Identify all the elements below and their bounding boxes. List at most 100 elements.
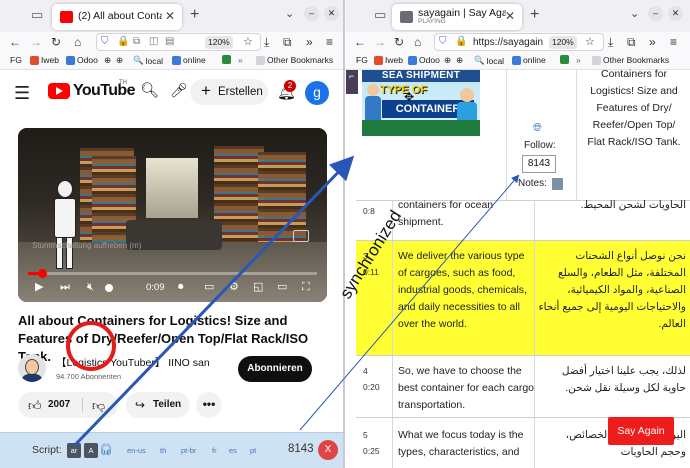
bookmark-globe-2[interactable]: ⊕	[116, 55, 123, 66]
back-icon[interactable]: ←	[354, 34, 366, 50]
tab-youtube[interactable]: (2) All about Containers fo ✕	[52, 4, 182, 30]
next-icon[interactable]: ⏭	[60, 281, 70, 293]
create-button[interactable]: + Erstellen	[190, 79, 268, 105]
lang-chip-ar[interactable]: ar	[67, 443, 81, 458]
bookmark-fg[interactable]: FG	[356, 55, 368, 65]
zoom-level[interactable]: 120%	[205, 36, 233, 49]
say-again-button[interactable]: Say Again	[608, 417, 674, 445]
reader-icon[interactable]: ▤	[165, 34, 174, 50]
transcript-row[interactable]: 0:8 containers for ocean shipment. الحاو…	[356, 199, 690, 241]
close-window-icon[interactable]: ✕	[324, 6, 339, 21]
volume-slider[interactable]	[105, 284, 113, 292]
lang-pt-br[interactable]: pt-br	[181, 446, 196, 455]
mute-icon[interactable]: 🔇︎	[87, 281, 94, 293]
subscribe-button[interactable]: Abonnieren	[238, 356, 312, 382]
bookmarks-overflow-icon[interactable]: »	[238, 55, 243, 65]
transcript-row[interactable]: 4 0:20 So, we have to choose the best co…	[356, 356, 690, 418]
lang-fr[interactable]: fr	[212, 446, 217, 455]
menu-icon[interactable]: ≡	[326, 34, 333, 50]
more-actions-button[interactable]: •••	[196, 392, 222, 418]
close-tab-icon[interactable]: ✕	[165, 9, 175, 23]
follow-input[interactable]: 8143	[522, 155, 556, 173]
reload-icon[interactable]: ↻	[394, 34, 404, 50]
tab-list-icon[interactable]: ▭	[374, 7, 386, 23]
bookmark-iweb[interactable]: Iweb	[30, 55, 59, 65]
back-icon[interactable]: ←	[9, 34, 21, 50]
lang-es[interactable]: es	[229, 446, 237, 455]
notes-icon[interactable]	[552, 178, 563, 190]
url-text[interactable]: https://sayagain	[473, 37, 545, 48]
extensions-icon[interactable]: ⧉	[627, 34, 636, 50]
forward-icon[interactable]: →	[30, 34, 42, 50]
list-all-tabs-icon[interactable]: ⌄	[285, 7, 294, 20]
new-tab-icon[interactable]: +	[530, 6, 539, 24]
autoplay-toggle-icon[interactable]: ⏺	[178, 281, 184, 293]
lang-pt[interactable]: pt	[250, 446, 256, 455]
share-button[interactable]: ↪ Teilen	[126, 392, 190, 418]
transcript-row-active[interactable]: 3 0:11 We deliver the various type of ca…	[356, 241, 690, 356]
hamburger-menu-icon[interactable]: ☰	[14, 83, 30, 104]
list-all-tabs-icon[interactable]: ⌄	[630, 7, 639, 20]
url-bar[interactable]: ⛉ 🔒 ⧉ ◫ ▤ 120% ☆	[96, 33, 261, 51]
search-icon[interactable]: 🔍︎	[140, 81, 159, 99]
microphone-icon[interactable]: 🎤︎	[170, 82, 188, 99]
bookmarks-overflow-icon[interactable]: »	[576, 55, 581, 65]
bookmark-odoo[interactable]: Odoo	[66, 55, 98, 65]
bookmark-video[interactable]	[560, 55, 569, 64]
forward-icon[interactable]: →	[374, 34, 386, 50]
youtube-logo-icon[interactable]	[48, 83, 70, 99]
close-window-icon[interactable]: ✕	[668, 6, 683, 21]
zoom-level[interactable]: 120%	[549, 36, 577, 49]
thumbs-up-icon[interactable]: 👍︎	[28, 393, 42, 419]
play-icon[interactable]: ▶	[35, 281, 43, 293]
headphones-icon[interactable]: 🎧︎	[99, 443, 113, 456]
tab-sayagain[interactable]: sayagain | Say Again! PLAYING ✕	[392, 4, 522, 30]
bookmark-globe-1[interactable]: ⊕	[444, 55, 451, 66]
tab-list-icon[interactable]: ▭	[31, 7, 43, 23]
download-icon[interactable]: ⤓	[608, 34, 613, 50]
theater-mode-icon[interactable]: ▭	[277, 281, 287, 293]
permissions-icon[interactable]: ⧉	[133, 34, 140, 50]
subtitles-icon[interactable]: ▭	[204, 281, 214, 293]
close-script-button[interactable]: X	[318, 440, 338, 460]
bookmark-globe-1[interactable]: ⊕	[104, 55, 111, 66]
like-count[interactable]: 2007	[48, 392, 70, 418]
other-bookmarks[interactable]: Other Bookmarks	[256, 55, 333, 65]
bookmark-odoo[interactable]: Odoo	[408, 55, 440, 65]
lang-th[interactable]: th	[160, 446, 166, 455]
minimize-icon[interactable]: –	[304, 6, 319, 21]
lang-chip-a[interactable]: A	[84, 443, 98, 458]
channel-avatar[interactable]	[18, 354, 46, 382]
camera-icon[interactable]: ◫	[149, 34, 158, 50]
home-icon[interactable]: ⌂	[414, 34, 421, 50]
account-avatar[interactable]: g	[305, 81, 329, 105]
video-thumbnail[interactable]: SEA SHIPMENT TYPE OF CONTAINER ✥	[362, 70, 480, 136]
new-tab-icon[interactable]: +	[190, 6, 199, 24]
lang-en-us[interactable]: en-us	[127, 446, 146, 455]
overflow-chevrons-icon[interactable]: »	[649, 34, 656, 50]
globe-icon[interactable]: 🌐︎	[533, 122, 542, 135]
video-player[interactable]: Stummschaltung aufheben (m) ▶ ⏭ 🔇︎ 0:09 …	[18, 128, 327, 302]
bookmark-online[interactable]: online	[172, 55, 206, 65]
progress-bar[interactable]	[28, 269, 317, 278]
minimize-icon[interactable]: –	[648, 6, 663, 21]
bookmark-local[interactable]: 🔍 local	[474, 55, 504, 66]
bookmark-video[interactable]	[222, 55, 231, 64]
download-icon[interactable]: ⤓	[264, 34, 269, 50]
overflow-chevrons-icon[interactable]: »	[306, 34, 313, 50]
menu-icon[interactable]: ≡	[670, 34, 677, 50]
extensions-icon[interactable]: ⧉	[283, 34, 292, 50]
bookmark-local[interactable]: 🔍 local	[133, 55, 163, 66]
miniplayer-icon[interactable]	[293, 230, 309, 242]
bookmark-star-icon[interactable]: ☆	[585, 34, 595, 50]
bookmark-online[interactable]: online	[512, 55, 546, 65]
bookmark-iweb[interactable]: Iweb	[374, 55, 403, 65]
fullscreen-icon[interactable]: ⛶	[302, 281, 310, 293]
close-tab-icon[interactable]: ✕	[505, 9, 515, 23]
miniplayer-button-icon[interactable]: ◱	[253, 281, 263, 293]
home-icon[interactable]: ⌂	[74, 34, 81, 50]
bookmark-star-icon[interactable]: ☆	[243, 34, 253, 50]
bookmark-fg[interactable]: FG	[10, 55, 22, 65]
thumbs-down-icon[interactable]: 👎︎	[92, 393, 105, 419]
settings-gear-icon[interactable]: ⚙	[229, 281, 239, 293]
